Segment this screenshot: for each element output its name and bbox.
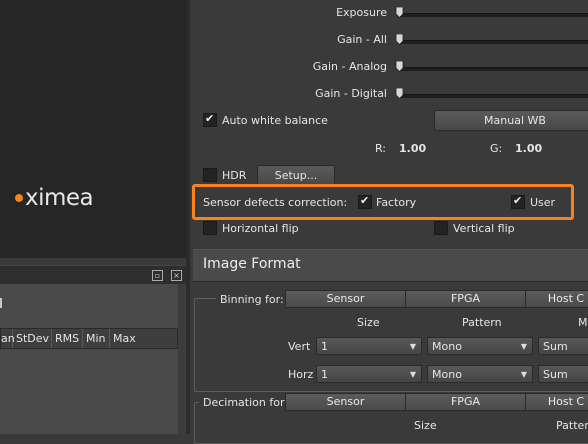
dropdown-arrow-icon: ▼ [409, 370, 416, 379]
auto-wb-checkbox[interactable]: ✔ [203, 112, 217, 127]
binning-col-size: Size [357, 316, 380, 329]
user-label: User [530, 196, 556, 209]
vertical-flip-label: Vertical flip [453, 222, 515, 235]
logo-dot-icon [15, 194, 23, 202]
decimation-tab-sensor[interactable]: Sensor [285, 393, 406, 411]
pin-icon[interactable]: ▫ [152, 270, 163, 281]
decimation-col-pattern: Pattern [556, 419, 588, 432]
exposure-slider-handle[interactable] [395, 7, 404, 18]
decimation-label: Decimation for: [199, 396, 293, 409]
binning-tab-sensor[interactable]: Sensor [285, 290, 406, 308]
binning-vert-size-select[interactable]: 1 ▼ [316, 337, 422, 355]
wb-r-value: 1.00 [399, 142, 427, 155]
decimation-tab-host[interactable]: Host C [525, 393, 588, 411]
logo-text: ximea [25, 185, 94, 211]
col-mean-header[interactable]: an [1, 329, 15, 348]
horizontal-flip-checkbox[interactable] [203, 221, 217, 235]
hdr-label: HDR [222, 169, 247, 182]
hdr-setup-button[interactable]: Setup... [257, 165, 335, 186]
binning-horz-pattern-value: Mono [432, 368, 462, 381]
factory-checkbox[interactable]: ✔ [358, 194, 372, 209]
gain-digital-slider-handle[interactable] [395, 88, 404, 99]
exposure-label: Exposure [336, 6, 387, 19]
checkmark-icon: ✔ [205, 112, 215, 125]
auto-wb-label: Auto white balance [222, 114, 328, 127]
horizontal-flip-label: Horizontal flip [222, 222, 299, 235]
hdr-checkbox[interactable] [203, 168, 217, 182]
dropdown-arrow-icon: ▼ [520, 342, 527, 351]
stats-marker [0, 298, 2, 308]
gain-analog-label: Gain - Analog [312, 60, 387, 73]
close-icon[interactable]: × [171, 270, 182, 281]
sensor-defects-label: Sensor defects correction: [203, 196, 348, 209]
factory-label: Factory [376, 196, 417, 209]
binning-horz-mode-select[interactable]: Sum [538, 365, 588, 383]
binning-vert-label: Vert [288, 340, 311, 353]
stats-scrollbar[interactable] [178, 284, 186, 434]
ximea-logo: ximea [15, 185, 94, 211]
binning-vert-mode-value: Sum [543, 340, 568, 353]
binning-vert-pattern-value: Mono [432, 340, 462, 353]
binning-horz-label: Horz [288, 368, 314, 381]
checkmark-icon: ✔ [360, 194, 370, 207]
col-max-header[interactable]: Max [110, 329, 142, 348]
vertical-flip-checkbox[interactable] [434, 221, 448, 235]
binning-horz-mode-value: Sum [543, 368, 568, 381]
manual-wb-button[interactable]: Manual WB [434, 110, 588, 131]
gain-digital-slider[interactable] [398, 94, 588, 98]
decimation-tab-fpga[interactable]: FPGA [405, 393, 526, 411]
user-checkbox[interactable]: ✔ [511, 194, 525, 209]
col-min-header[interactable]: Min [83, 329, 110, 348]
gain-all-slider[interactable] [398, 40, 588, 44]
decimation-col-size: Size [414, 419, 437, 432]
gain-digital-label: Gain - Digital [315, 87, 387, 100]
checkmark-icon: ✔ [513, 194, 523, 207]
binning-horz-pattern-select[interactable]: Mono ▼ [427, 365, 533, 383]
binning-vert-pattern-select[interactable]: Mono ▼ [427, 337, 533, 355]
binning-label: Binning for: [216, 293, 288, 306]
binning-tab-host[interactable]: Host C [525, 290, 588, 308]
stats-table-header: an StDev RMS Min Max [0, 328, 178, 349]
col-rms-header[interactable]: RMS [52, 329, 83, 348]
binning-tab-fpga[interactable]: FPGA [405, 290, 526, 308]
wb-g-label: G: [490, 142, 503, 155]
gain-all-label: Gain - All [337, 33, 387, 46]
gain-analog-slider-handle[interactable] [395, 61, 404, 72]
wb-r-label: R: [375, 142, 387, 155]
stats-dock-header: ▫ × [0, 265, 186, 285]
stats-panel [0, 284, 186, 434]
binning-vert-size-value: 1 [321, 340, 328, 353]
wb-g-value: 1.00 [515, 142, 543, 155]
binning-horz-size-value: 1 [321, 368, 328, 381]
dropdown-arrow-icon: ▼ [409, 342, 416, 351]
camera-preview [0, 0, 186, 258]
exposure-slider[interactable] [398, 13, 588, 17]
binning-horz-size-select[interactable]: 1 ▼ [316, 365, 422, 383]
binning-vert-mode-select[interactable]: Sum [538, 337, 588, 355]
binning-col-mode: M [578, 316, 588, 329]
dropdown-arrow-icon: ▼ [520, 370, 527, 379]
gain-analog-slider[interactable] [398, 67, 588, 71]
col-stdev-header[interactable]: StDev [13, 329, 52, 348]
image-format-title: Image Format [203, 256, 301, 272]
binning-col-pattern: Pattern [462, 316, 502, 329]
gain-all-slider-handle[interactable] [395, 34, 404, 45]
